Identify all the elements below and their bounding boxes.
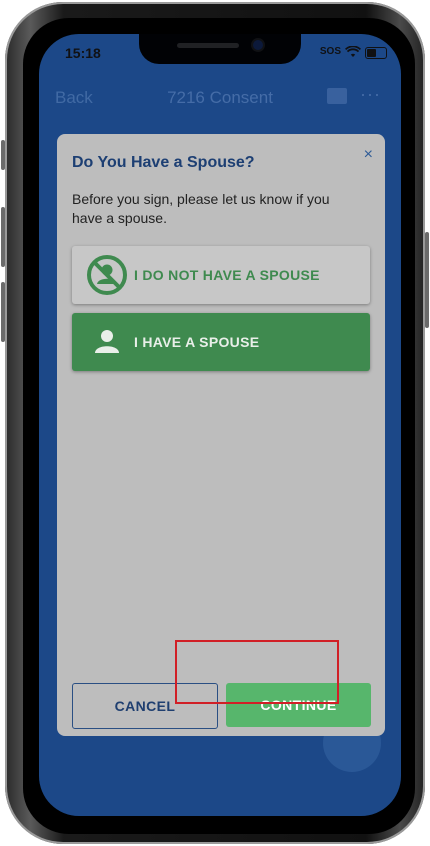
continue-highlight-box <box>175 640 339 704</box>
has-spouse-option[interactable]: I HAVE A SPOUSE <box>72 313 370 371</box>
silent-switch <box>1 140 5 170</box>
dialog-title: Do You Have a Spouse? <box>72 154 255 171</box>
no-spouse-option[interactable]: I DO NOT HAVE A SPOUSE <box>72 246 370 304</box>
volume-down-button <box>1 282 5 342</box>
person-icon <box>95 330 119 353</box>
no-person-icon <box>87 255 127 295</box>
phone-frame: 15:18 SOS Back 7216 Consent ··· Do You H… <box>1 2 429 844</box>
power-button <box>425 232 429 328</box>
volume-up-button <box>1 207 5 267</box>
close-icon[interactable]: × <box>364 146 373 164</box>
has-spouse-label: I HAVE A SPOUSE <box>134 334 260 350</box>
no-spouse-label: I DO NOT HAVE A SPOUSE <box>134 267 320 283</box>
dialog-description: Before you sign, please let us know if y… <box>72 191 330 226</box>
